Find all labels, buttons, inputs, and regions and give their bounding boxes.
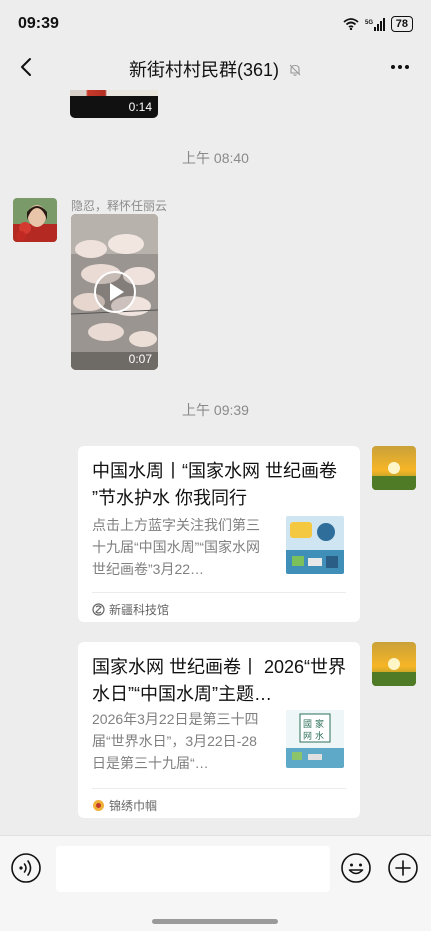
svg-text:网: 网: [303, 731, 312, 742]
status-time: 09:39: [18, 15, 59, 32]
svg-text:國: 國: [303, 719, 312, 730]
article-thumbnail: [286, 516, 344, 574]
sender-name: 隐忍，释怀任丽云: [71, 199, 168, 213]
voice-icon[interactable]: [10, 852, 42, 884]
avatar[interactable]: [13, 198, 57, 242]
plus-icon[interactable]: [387, 852, 419, 884]
source-name: 锦绣巾帼: [109, 799, 158, 813]
video-message[interactable]: 0:14: [70, 90, 158, 118]
timestamp: 上午 09:39: [182, 402, 249, 418]
avatar-sunrise-photo: [372, 642, 416, 686]
timestamp: 上午 08:40: [182, 150, 249, 166]
source-logo-icon: [93, 800, 104, 811]
status-bar: 09:39 5G 78: [0, 0, 431, 50]
emoji-icon[interactable]: [340, 852, 372, 884]
avatar[interactable]: [372, 642, 416, 686]
chat-title-wrap: 新街村村民群(361): [0, 56, 431, 82]
chat-area[interactable]: 0:14 上午 08:40 隐忍，释怀任丽云 0:07 上午 09:39 中国水…: [0, 90, 431, 835]
video-duration: 0:07: [128, 352, 152, 366]
card-divider: [92, 592, 346, 593]
article-summary: 点击上方蓝字关注我们第三十九届“中国水周”“国家水网 世纪画卷”3月22…: [92, 517, 260, 577]
article-source[interactable]: 新疆科技馆: [92, 601, 169, 618]
svg-text:5G: 5G: [365, 20, 373, 26]
system-icons: 5G 78: [343, 16, 413, 32]
input-bar: [0, 835, 431, 931]
article-title: 中国水周丨“国家水网 世纪画卷 ”节水护水 你我同行: [92, 461, 337, 508]
video-duration: 0:14: [128, 100, 152, 114]
source-name: 新疆科技馆: [109, 603, 170, 617]
avatar-sunrise-photo: [372, 446, 416, 490]
article-source[interactable]: 锦绣巾帼: [92, 797, 157, 814]
signal-icon: 5G: [365, 17, 385, 31]
article-title: 国家水网 世纪画卷丨 2026“世界水日”“中国水周”主题…: [92, 657, 347, 704]
source-logo-icon: [92, 603, 105, 616]
svg-text:家: 家: [315, 718, 324, 730]
chat-title: 新街村村民群(361): [128, 60, 279, 80]
svg-text:水: 水: [315, 730, 324, 742]
home-indicator[interactable]: [152, 919, 278, 924]
video-message[interactable]: 0:07: [71, 214, 158, 370]
wifi-icon: [343, 18, 359, 30]
article-card[interactable]: 中国水周丨“国家水网 世纪画卷 ”节水护水 你我同行 点击上方蓝字关注我们第三十…: [78, 446, 360, 622]
article-thumbnail: 國 家 网 水: [286, 710, 344, 768]
more-dots-icon[interactable]: [385, 52, 415, 82]
card-divider: [92, 788, 346, 789]
message-input[interactable]: [56, 846, 330, 892]
article-card[interactable]: 国家水网 世纪画卷丨 2026“世界水日”“中国水周”主题… 2026年3月22…: [78, 642, 360, 818]
avatar[interactable]: [372, 446, 416, 490]
avatar-photo: [13, 198, 57, 242]
bell-off-icon: [289, 64, 301, 76]
article-summary: 2026年3月22日是第三十四届“世界水日”，3月22日-28日是第三十九届“…: [92, 711, 259, 771]
play-icon[interactable]: [93, 270, 137, 314]
battery-indicator: 78: [390, 16, 413, 32]
chat-header: 新街村村民群(361): [0, 46, 431, 90]
